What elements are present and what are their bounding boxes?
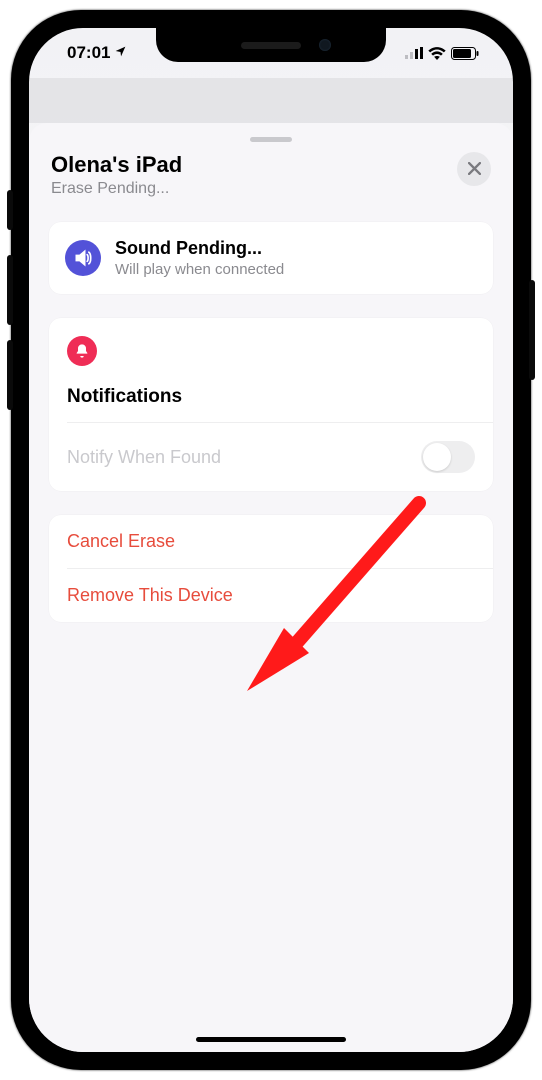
notify-when-found-label: Notify When Found bbox=[67, 447, 221, 468]
actions-card: Cancel Erase Remove This Device bbox=[49, 515, 493, 622]
sound-subtitle: Will play when connected bbox=[115, 261, 284, 278]
volume-up-button bbox=[7, 255, 13, 325]
cellular-icon bbox=[405, 47, 423, 59]
device-status: Erase Pending... bbox=[51, 180, 182, 198]
home-indicator[interactable] bbox=[196, 1037, 346, 1042]
sheet-header: Olena's iPad Erase Pending... bbox=[45, 152, 497, 212]
front-camera bbox=[319, 39, 331, 51]
cancel-erase-button[interactable]: Cancel Erase bbox=[49, 515, 493, 568]
device-title: Olena's iPad bbox=[51, 152, 182, 178]
power-button bbox=[529, 280, 535, 380]
close-icon bbox=[468, 159, 481, 180]
sound-title: Sound Pending... bbox=[115, 238, 284, 259]
close-button[interactable] bbox=[457, 152, 491, 186]
location-icon bbox=[114, 45, 127, 61]
status-time: 07:01 bbox=[67, 43, 110, 63]
background-dim bbox=[29, 78, 513, 123]
speaker-icon bbox=[65, 240, 101, 276]
wifi-icon bbox=[428, 47, 446, 60]
sheet-grabber[interactable] bbox=[250, 137, 292, 142]
sound-card: Sound Pending... Will play when connecte… bbox=[49, 222, 493, 294]
screen: 07:01 bbox=[29, 28, 513, 1052]
notify-when-found-row: Notify When Found bbox=[49, 423, 493, 491]
sound-pending-row[interactable]: Sound Pending... Will play when connecte… bbox=[49, 222, 493, 294]
notifications-card: Notifications Notify When Found bbox=[49, 318, 493, 491]
device-sheet: Olena's iPad Erase Pending... Sound Pen bbox=[29, 123, 513, 1052]
iphone-frame: 07:01 bbox=[11, 10, 531, 1070]
remove-device-button[interactable]: Remove This Device bbox=[49, 569, 493, 622]
mute-switch bbox=[7, 190, 13, 230]
battery-icon bbox=[451, 47, 479, 60]
notifications-section-title: Notifications bbox=[49, 386, 493, 422]
speaker bbox=[241, 42, 301, 49]
notch bbox=[156, 28, 386, 62]
notify-toggle[interactable] bbox=[421, 441, 475, 473]
volume-down-button bbox=[7, 340, 13, 410]
bell-icon bbox=[67, 336, 97, 366]
